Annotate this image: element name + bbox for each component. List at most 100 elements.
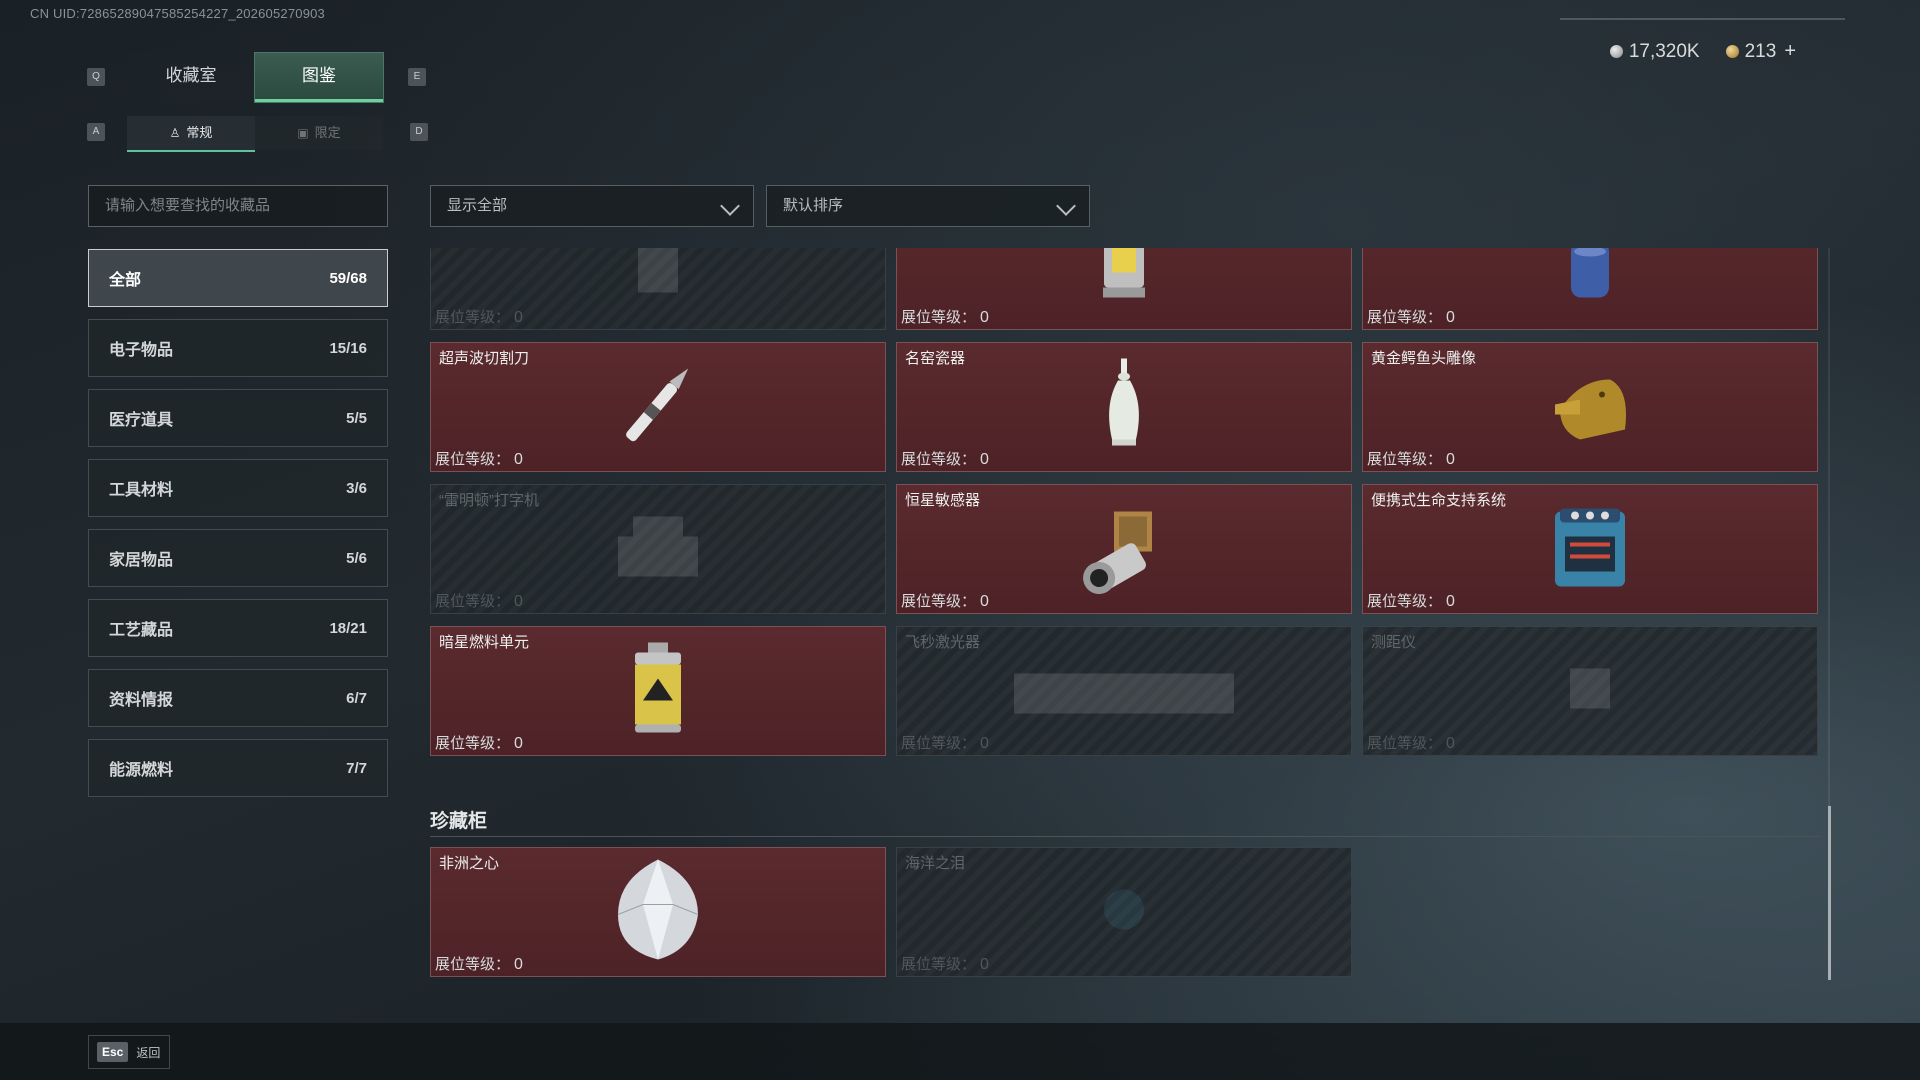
top-divider [1560, 18, 1845, 20]
display-level-value: 0 [1446, 309, 1455, 326]
subtab-regular-label: 常规 [186, 125, 213, 140]
display-level-label: 展位等级： [901, 593, 977, 610]
display-level-value: 0 [980, 593, 989, 610]
subtab-limited-label: 限定 [314, 125, 341, 140]
category-count: 5/5 [346, 409, 367, 427]
category-item[interactable]: 全部 59/68 [88, 249, 388, 307]
display-level-value: 0 [980, 956, 989, 973]
display-level-value: 0 [1446, 451, 1455, 468]
gold-currency: 213 + [1725, 40, 1796, 63]
item-card[interactable]: 飞秒激光器 展位等级： 0 [896, 626, 1352, 756]
display-level-label: 展位等级： [901, 956, 977, 973]
category-label: 工艺藏品 [109, 622, 174, 639]
regular-icon: ♙ [169, 126, 181, 140]
item-name: 测距仪 [1371, 634, 1417, 651]
item-card[interactable]: “雷明顿”打字机 展位等级： 0 [430, 484, 886, 614]
filter-value: 显示全部 [447, 197, 508, 214]
silver-currency: 17,320K [1609, 41, 1700, 63]
key-hint-e: E [408, 68, 426, 86]
display-level-label: 展位等级： [1367, 309, 1443, 326]
item-card[interactable]: 超声波切割刀展位等级： 0 [430, 342, 886, 472]
category-count: 6/7 [346, 689, 367, 707]
category-item[interactable]: 工具材料 3/6 [88, 459, 388, 517]
key-hint-q: Q [87, 68, 105, 86]
treasure-card[interactable]: 非洲之心 展位等级： 0 [430, 847, 886, 977]
unknown-item-icon [618, 248, 698, 308]
display-level: 展位等级： 0 [435, 306, 523, 327]
item-card[interactable]: 暗星燃料单元展位等级： 0 [430, 626, 886, 756]
display-level-value: 0 [1446, 593, 1455, 610]
category-count: 59/68 [329, 269, 367, 287]
display-level-value: 0 [1446, 735, 1455, 752]
item-name: 超声波切割刀 [439, 350, 530, 367]
item-name: 恒星敏感器 [905, 492, 981, 509]
search-input[interactable]: 请输入想要查找的收藏品 [88, 185, 388, 227]
diamond-icon [603, 855, 713, 970]
subtab-limited[interactable]: ▣ 限定 [255, 116, 383, 150]
section-divider [430, 836, 1820, 837]
display-level-label: 展位等级： [435, 451, 511, 468]
display-level-value: 0 [514, 309, 523, 326]
subtab-regular[interactable]: ♙ 常规 [127, 116, 255, 152]
filter-dropdown[interactable]: 显示全部 [430, 185, 754, 227]
display-level: 展位等级： 0 [901, 590, 989, 611]
lantern-icon [1089, 248, 1159, 313]
treasure-name: 非洲之心 [439, 855, 500, 872]
fuel-cell-icon [623, 639, 693, 744]
item-card[interactable]: 展位等级： 0 [1362, 248, 1818, 330]
category-item[interactable]: 工艺藏品 18/21 [88, 599, 388, 657]
display-level-label: 展位等级： [901, 735, 977, 752]
chevron-down-icon [1056, 196, 1076, 216]
display-level-value: 0 [980, 451, 989, 468]
back-button[interactable]: Esc 返回 [88, 1035, 170, 1069]
item-card[interactable]: 测距仪 展位等级： 0 [1362, 626, 1818, 756]
typewriter-icon [608, 507, 708, 592]
item-card[interactable]: 展位等级： 0 [896, 248, 1352, 330]
display-level-value: 0 [980, 309, 989, 326]
item-card[interactable]: 便携式生命支持系统 展位等级： 0 [1362, 484, 1818, 614]
add-currency-button[interactable]: + [1784, 40, 1796, 62]
treasure-section-title: 珍藏柜 [430, 811, 488, 832]
display-level: 展位等级： 0 [901, 732, 989, 753]
category-label: 医疗道具 [109, 412, 174, 429]
item-name: 暗星燃料单元 [439, 634, 530, 651]
porcelain-vase-icon [1094, 355, 1154, 460]
category-item[interactable]: 医疗道具 5/5 [88, 389, 388, 447]
display-level-value: 0 [514, 956, 523, 973]
category-item[interactable]: 资料情报 6/7 [88, 669, 388, 727]
main-tabs: 收藏室 图鉴 [127, 52, 384, 103]
item-card[interactable]: 名窑瓷器展位等级： 0 [896, 342, 1352, 472]
item-name: 黄金鳄鱼头雕像 [1371, 350, 1477, 367]
treasure-card[interactable]: 海洋之泪展位等级： 0 [896, 847, 1352, 977]
chevron-down-icon [720, 196, 740, 216]
gold-coin-icon [1725, 45, 1739, 58]
item-card[interactable]: 恒星敏感器展位等级： 0 [896, 484, 1352, 614]
tab-catalog[interactable]: 图鉴 [254, 52, 384, 103]
scrollbar-thumb[interactable] [1828, 806, 1831, 980]
treasure-name: 海洋之泪 [905, 855, 966, 872]
category-item[interactable]: 电子物品 15/16 [88, 319, 388, 377]
bottom-bar [0, 1023, 1920, 1080]
item-name: 名窑瓷器 [905, 350, 966, 367]
category-count: 3/6 [346, 479, 367, 497]
life-support-icon [1540, 497, 1640, 602]
display-level-label: 展位等级： [1367, 593, 1443, 610]
sort-dropdown[interactable]: 默认排序 [766, 185, 1090, 227]
category-item[interactable]: 家居物品 5/6 [88, 529, 388, 587]
category-label: 全部 [109, 272, 142, 289]
display-level: 展位等级： 0 [901, 306, 989, 327]
item-card[interactable]: 黄金鳄鱼头雕像 展位等级： 0 [1362, 342, 1818, 472]
display-level: 展位等级： 0 [901, 448, 989, 469]
ultrasonic-knife-icon [603, 355, 713, 460]
gold-amount: 213 [1744, 41, 1777, 62]
laser-icon [1004, 654, 1244, 729]
key-hint-d: D [410, 123, 428, 141]
display-level-value: 0 [514, 593, 523, 610]
item-card[interactable]: 展位等级： 0 [430, 248, 886, 330]
sub-tabs: ♙ 常规 ▣ 限定 [127, 116, 383, 152]
display-level-value: 0 [514, 451, 523, 468]
category-item[interactable]: 能源燃料 7/7 [88, 739, 388, 797]
display-level-value: 0 [980, 735, 989, 752]
tab-collection-room[interactable]: 收藏室 [127, 53, 255, 101]
display-level: 展位等级： 0 [435, 732, 523, 753]
